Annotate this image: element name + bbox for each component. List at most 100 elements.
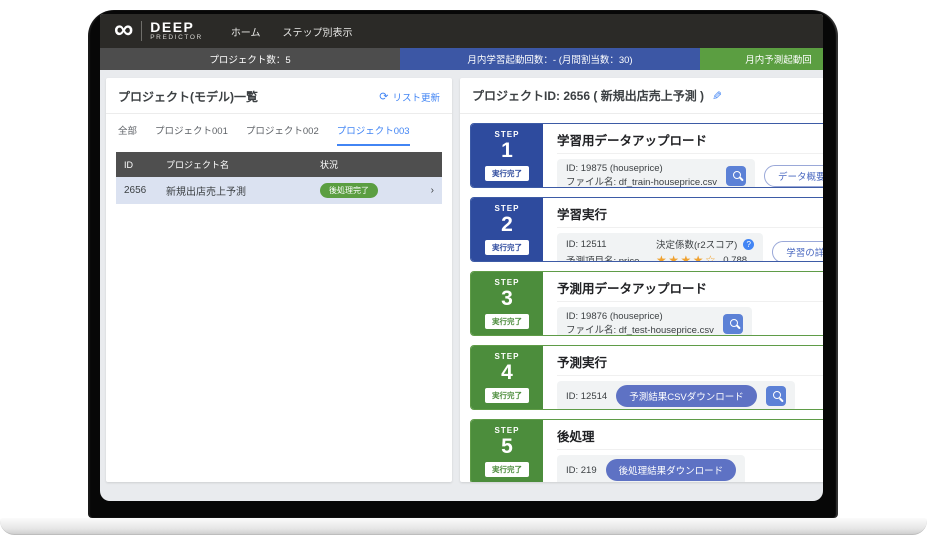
csv-download-button[interactable]: 予測結果CSVダウンロード [616,385,757,407]
learning-detail-button[interactable]: 学習の詳細 [772,241,823,262]
tab-all[interactable]: 全部 [118,123,137,146]
laptop-base [0,518,927,535]
score-value: 0.788 [723,255,747,263]
step-3-body: 予測用データアップロード ID: 19876 (houseprice) ファイル… [543,272,823,335]
data-summary-button[interactable]: データ概要 [764,165,823,187]
nav-home[interactable]: ホーム [231,24,261,39]
row-chevron-icon[interactable]: › [422,177,442,204]
step-title: 学習実行 [557,204,823,228]
step-3-block: STEP 3 実行完了 [471,272,543,335]
project-detail-title: プロジェクトID: 2656 ( 新規出店売上予測 ) [472,87,704,104]
step-title: 後処理 [557,426,823,450]
step-card-5: STEP 5 実行完了 後処理 ID: 219 後処理結果ダウンロード [470,419,823,482]
refresh-label: リスト更新 [392,90,440,104]
step-card-2: STEP 2 実行完了 学習実行 I [470,197,823,262]
logo-divider [141,21,142,41]
main-content: プロジェクト(モデル)一覧 ⟳ リスト更新 全部 プロジェクト001 プロジェク… [100,70,823,501]
cell-project-status: 後処理完了 [312,177,422,204]
step-number: 4 [501,362,513,384]
file-name: ファイル名: df_train-houseprice.csv [566,177,717,188]
page: ∞ DEEP PREDICTOR ホーム ステップ別表示 プロジェクト数：5 月… [0,0,927,537]
model-id: ID: 12511 [566,239,650,250]
step-word: STEP [495,204,520,213]
step-number: 5 [501,436,513,458]
nav-step-view[interactable]: ステップ別表示 [283,24,353,39]
step-word: STEP [495,278,520,287]
project-list-title: プロジェクト(モデル)一覧 [118,88,258,105]
project-detail-panel: プロジェクトID: 2656 ( 新規出店売上予測 ) ✎ STEP 1 実行完… [460,78,823,482]
magnifier-icon [773,391,781,399]
step-5-block: STEP 5 実行完了 [471,420,543,482]
list-refresh-button[interactable]: ⟳ リスト更新 [379,90,440,104]
app-logo[interactable]: ∞ DEEP PREDICTOR [114,20,203,42]
step-word: STEP [495,130,520,139]
step-1-detail-box: ID: 19875 (houseprice) ファイル名: df_train-h… [557,159,755,188]
magnifier-icon [730,319,738,327]
project-list-panel: プロジェクト(モデル)一覧 ⟳ リスト更新 全部 プロジェクト001 プロジェク… [106,78,452,482]
step-1-body: 学習用データアップロード ID: 19875 (houseprice) ファイル… [543,124,823,187]
col-header-name: プロジェクト名 [158,152,312,177]
step-1-block: STEP 1 実行完了 [471,124,543,187]
postprocess-download-button[interactable]: 後処理結果ダウンロード [606,459,737,481]
postprocess-id: ID: 219 [566,465,597,476]
inspect-data-button[interactable] [723,314,743,334]
status-badge: 後処理完了 [320,183,378,198]
tab-project-001[interactable]: プロジェクト001 [155,123,228,146]
refresh-icon: ⟳ [379,90,388,103]
laptop-screen: ∞ DEEP PREDICTOR ホーム ステップ別表示 プロジェクト数：5 月… [100,14,823,501]
stats-bar: プロジェクト数：5 月内学習起動回数：- (月間割当数：30) 月内予測起動回 [100,48,823,70]
cell-project-id: 2656 [116,177,158,204]
exec-status-badge: 実行完了 [485,240,529,255]
file-name: ファイル名: df_test-houseprice.csv [566,325,714,336]
col-header-status: 状況 [312,152,422,177]
target-column: 予測項目名: price [566,253,650,262]
step-5-body: 後処理 ID: 219 後処理結果ダウンロード [543,420,823,482]
tab-project-002[interactable]: プロジェクト002 [246,123,319,146]
step-word: STEP [495,426,520,435]
star-rating: ★★★★☆ [656,254,717,262]
infinity-logo-icon: ∞ [114,19,133,39]
dataset-id: ID: 19876 (houseprice) [566,311,714,323]
col-header-id: ID [116,152,158,177]
laptop-bezel: ∞ DEEP PREDICTOR ホーム ステップ別表示 プロジェクト数：5 月… [88,10,838,518]
step-word: STEP [495,352,520,361]
step-5-detail-box: ID: 219 後処理結果ダウンロード [557,455,745,482]
logo-subtext: PREDICTOR [150,35,203,42]
exec-status-badge: 実行完了 [485,314,529,329]
step-4-block: STEP 4 実行完了 [471,346,543,409]
step-card-4: STEP 4 実行完了 予測実行 ID: 12514 予測結果CSVダウンロード [470,345,823,410]
project-list-header: プロジェクト(モデル)一覧 ⟳ リスト更新 [106,78,452,114]
step-title: 予測実行 [557,352,823,376]
stat-prediction-runs: 月内予測起動回 [700,48,823,70]
step-number: 2 [501,214,513,236]
prediction-id: ID: 12514 [566,391,607,402]
step-number: 1 [501,140,513,162]
inspect-data-button[interactable] [766,386,786,406]
step-2-detail-box: ID: 12511 決定係数(r2スコア) ? 予測項目名: price ★★★… [557,233,763,262]
project-tabs: 全部 プロジェクト001 プロジェクト002 プロジェクト003 [106,114,452,146]
inspect-data-button[interactable] [726,166,746,186]
step-title: 予測用データアップロード [557,278,823,302]
step-2-block: STEP 2 実行完了 [471,198,543,261]
stat-training-runs: 月内学習起動回数：- (月間割当数：30) [400,48,700,70]
exec-status-badge: 実行完了 [485,388,529,403]
step-number: 3 [501,288,513,310]
tab-project-003[interactable]: プロジェクト003 [337,123,410,146]
step-4-body: 予測実行 ID: 12514 予測結果CSVダウンロード [543,346,823,409]
help-icon[interactable]: ? [743,239,754,250]
metric-label: 決定係数(r2スコア) [656,237,737,251]
app-header: ∞ DEEP PREDICTOR ホーム ステップ別表示 [100,14,823,48]
stat-project-count: プロジェクト数：5 [100,48,400,70]
step-card-1: STEP 1 実行完了 学習用データアップロード ID: 19875 (hous… [470,123,823,188]
step-3-detail-box: ID: 19876 (houseprice) ファイル名: df_test-ho… [557,307,752,336]
step-title: 学習用データアップロード [557,130,823,154]
step-list: STEP 1 実行完了 学習用データアップロード ID: 19875 (hous… [460,114,823,482]
logo-wordmark: DEEP PREDICTOR [150,20,203,42]
step-2-body: 学習実行 ID: 12511 決定係数(r2スコア) ? [543,198,823,261]
table-row[interactable]: 2656 新規出店売上予測 後処理完了 › [116,177,442,204]
edit-pencil-icon[interactable]: ✎ [712,89,722,103]
magnifier-icon [733,171,741,179]
top-nav: ホーム ステップ別表示 [231,24,353,39]
exec-status-badge: 実行完了 [485,462,529,477]
step-card-3: STEP 3 実行完了 予測用データアップロード ID: 19876 (hous… [470,271,823,336]
